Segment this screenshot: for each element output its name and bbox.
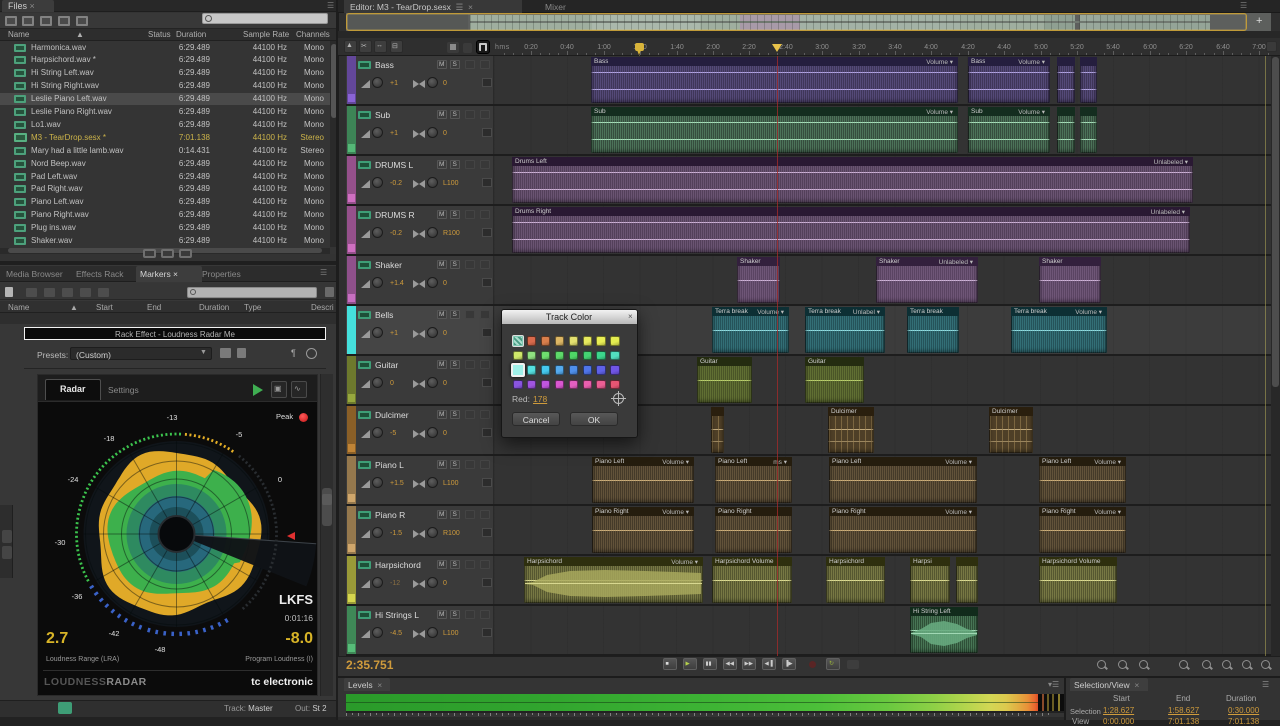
svg-text:-18: -18 <box>104 434 115 443</box>
svg-text:-30: -30 <box>55 538 66 547</box>
svg-text:-24: -24 <box>68 475 79 484</box>
svg-text:-48: -48 <box>155 645 166 654</box>
svg-text:-5: -5 <box>236 430 243 439</box>
svg-text:-13: -13 <box>167 413 178 422</box>
svg-text:-42: -42 <box>109 629 120 638</box>
svg-text:-36: -36 <box>72 592 83 601</box>
svg-text:0: 0 <box>278 475 282 484</box>
